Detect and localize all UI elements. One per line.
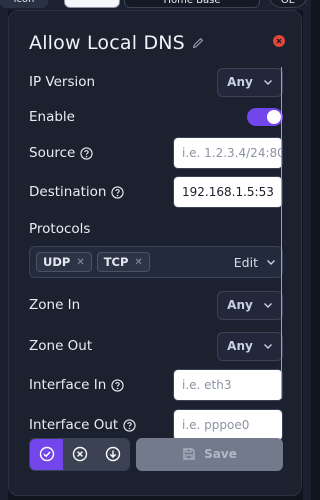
check-circle-icon [39,446,54,462]
chevron-down-icon [263,344,272,349]
enable-label: Enable [29,109,75,125]
destination-row: Destination 192.168.1.5:53 [29,176,283,208]
protocol-chip-tcp: TCP ✕ [96,252,150,272]
zone-out-value: Any [227,339,253,353]
action-button-group [29,437,130,471]
rule-editor-modal: Allow Local DNS IP Version Any Enable So… [8,10,302,496]
drop-button[interactable] [96,438,129,470]
background-tab-1: icon [0,0,48,8]
destination-label: Destination [29,184,125,200]
edit-label: Edit [233,254,258,270]
zone-in-value: Any [227,298,253,312]
accept-button[interactable] [30,438,63,470]
source-label-text: Source [29,145,76,161]
modal-title: Allow Local DNS [29,32,185,54]
background-panel-right [303,10,311,500]
close-icon[interactable] [273,35,285,47]
background-tab-rule-icon [64,0,120,8]
protocols-label: Protocols [29,221,91,237]
destination-label-text: Destination [29,184,107,200]
edit-pencil-icon[interactable] [191,36,205,50]
background-panel-left [0,10,8,500]
interface-in-label: Interface In [29,377,124,393]
help-icon[interactable] [123,418,136,432]
protocols-multiselect[interactable]: UDP ✕ TCP ✕ Edit [29,246,283,278]
zone-out-select[interactable]: Any [217,331,283,361]
chevron-down-icon [263,303,272,308]
interface-in-label-text: Interface In [29,377,107,393]
save-label: Save [204,447,237,461]
help-icon[interactable] [111,185,125,199]
ip-version-row: IP Version Any [29,67,283,97]
zone-out-label: Zone Out [29,338,93,354]
zone-in-select[interactable]: Any [217,290,283,320]
chip-label: TCP [103,255,129,269]
protocols-edit-button[interactable]: Edit [234,255,276,270]
zone-in-label: Zone In [29,297,81,313]
help-icon[interactable] [80,146,94,160]
chevron-down-icon [267,260,275,265]
x-circle-icon [72,446,87,462]
background-tab-home-base: Home Base [124,0,260,8]
zone-out-row: Zone Out Any [29,331,283,361]
interface-in-input[interactable]: i.e. eth3 [173,369,283,401]
remove-chip-icon[interactable]: ✕ [76,257,84,268]
interface-out-label: Interface Out [29,417,136,433]
save-icon [183,448,195,460]
source-row: Source i.e. 1.2.3.4/24:80 [29,137,283,169]
source-label: Source [29,145,94,161]
modal-header: Allow Local DNS [29,31,285,55]
source-input[interactable]: i.e. 1.2.3.4/24:80 [173,137,283,169]
destination-input[interactable]: 192.168.1.5:53 [173,176,283,208]
interface-in-row: Interface In i.e. eth3 [29,369,283,401]
help-icon[interactable] [111,378,124,392]
modal-footer: Save [29,437,283,471]
enable-row: Enable [29,102,283,132]
enable-toggle[interactable] [247,108,283,126]
toggle-knob [267,110,281,124]
save-button[interactable]: Save [136,437,283,471]
chip-label: UDP [43,255,71,269]
protocol-chip-udp: UDP ✕ [36,252,92,272]
ip-version-select[interactable]: Any [217,67,283,97]
ip-version-label: IP Version [29,74,96,90]
zone-in-row: Zone In Any [29,290,283,320]
scrollbar-track[interactable] [281,67,282,397]
arrow-down-circle-icon [105,446,120,462]
ip-version-value: Any [227,75,253,89]
reject-button[interactable] [63,438,96,470]
chevron-down-icon [263,80,272,85]
remove-chip-icon[interactable]: ✕ [134,257,142,268]
interface-out-label-text: Interface Out [29,417,119,433]
